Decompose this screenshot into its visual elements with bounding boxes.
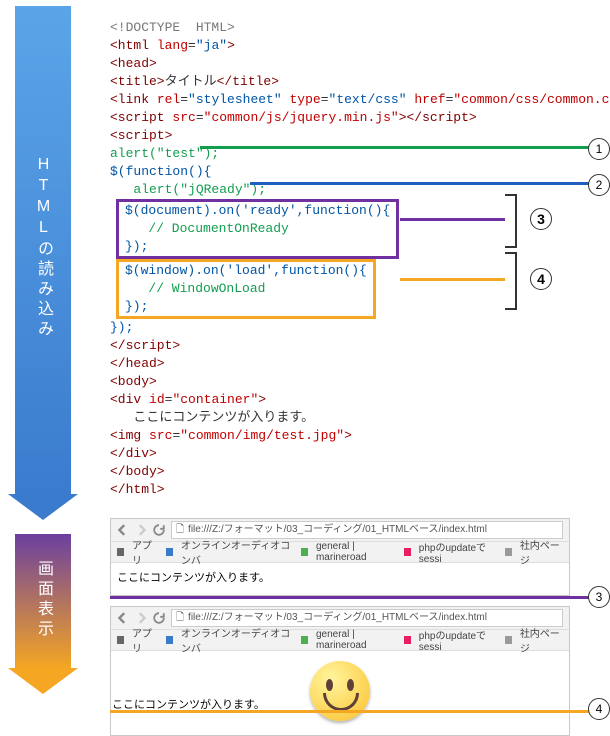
marker-4: 4 [530, 268, 552, 290]
browser-content-2 [111, 651, 569, 735]
bookmark-1[interactable]: オンラインオーディオコンバ [181, 625, 293, 655]
url-text: file:///Z:/フォーマット/03_コーディング/01_HTMLベース/i… [188, 522, 487, 538]
box-document-ready: $(document).on('ready',function(){ // Do… [116, 199, 399, 259]
box-window-load: $(window).on('load',function(){ // Windo… [116, 259, 376, 319]
code-block: <!DOCTYPE HTML> <html lang="ja"> <head> … [110, 19, 610, 499]
reload-icon [153, 612, 165, 624]
line-marker-4 [400, 278, 505, 281]
line-marker-4b [110, 710, 590, 713]
bookmark-icon [301, 548, 308, 556]
apps-label[interactable]: アプリ [132, 537, 158, 567]
reload-icon [153, 524, 165, 536]
browser-content-1: ここにコンテンツが入ります。 [111, 563, 569, 595]
bookmark-icon [166, 636, 173, 644]
apps-icon [117, 636, 124, 644]
arrow-render: 画面表示 [15, 534, 71, 668]
arrow-head-2 [8, 668, 78, 694]
bookmark-icon [505, 636, 512, 644]
bookmark-1[interactable]: オンラインオーディオコンバ [181, 537, 293, 567]
url-text: file:///Z:/フォーマット/03_コーディング/01_HTMLベース/i… [188, 610, 487, 626]
bookmark-4[interactable]: 社内ページ [520, 625, 563, 655]
browser-before-image: 🗋 file:///Z:/フォーマット/03_コーディング/01_HTMLベース… [110, 518, 570, 596]
line-marker-3b [110, 596, 590, 599]
arrow-label-2: 画面表示 [31, 560, 55, 640]
arrow-head-1 [8, 494, 78, 520]
arrow-html-load: HTMLの読み込み [15, 6, 71, 494]
bookmark-icon [505, 548, 512, 556]
marker-4b: 4 [588, 698, 610, 720]
bookmark-2[interactable]: general | marineroad [316, 541, 396, 563]
bookmark-2[interactable]: general | marineroad [316, 629, 396, 651]
back-icon [117, 612, 129, 624]
side-arrows: HTMLの読み込み 画面表示 [8, 6, 78, 694]
back-icon [117, 524, 129, 536]
line-marker-3 [400, 218, 505, 221]
bookmark-icon [404, 636, 411, 644]
arrow-label-1: HTMLの読み込み [31, 156, 55, 340]
bookmark-icon [301, 636, 308, 644]
marker-3: 3 [530, 208, 552, 230]
bookmark-3[interactable]: phpのupdateでsessi [419, 539, 497, 565]
apps-icon [117, 548, 124, 556]
bracket-4 [505, 252, 517, 310]
bracket-3 [505, 194, 517, 248]
file-icon: 🗋 [176, 522, 184, 538]
line-marker-2 [250, 182, 590, 185]
apps-label[interactable]: アプリ [132, 625, 158, 655]
marker-1: 1 [588, 138, 610, 160]
bookmark-icon [166, 548, 173, 556]
browser-after-image: 🗋 file:///Z:/フォーマット/03_コーディング/01_HTMLベース… [110, 606, 570, 736]
marker-3b: 3 [588, 586, 610, 608]
file-icon: 🗋 [176, 610, 184, 626]
bookmark-icon [404, 548, 411, 556]
forward-icon [135, 524, 147, 536]
bookmark-4[interactable]: 社内ページ [520, 537, 563, 567]
bookmark-3[interactable]: phpのupdateでsessi [419, 627, 497, 653]
line-marker-1 [200, 146, 590, 149]
forward-icon [135, 612, 147, 624]
marker-2: 2 [588, 174, 610, 196]
